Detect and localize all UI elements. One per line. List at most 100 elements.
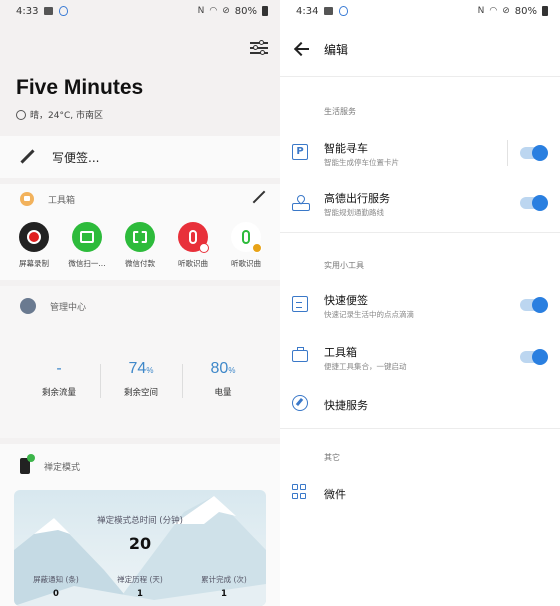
quick-note-card[interactable]: 写便签... [0,136,280,178]
edit-pencil-icon[interactable] [252,190,266,204]
wifi-icon: ◠ [489,6,498,16]
group-label-other: 其它 [324,453,340,462]
focus-stat-completed: 累计完成 (次) 1 [201,575,247,599]
separator [507,140,508,166]
battery-percent: 80% [234,5,257,17]
wifi-icon: ◠ [209,6,218,16]
management-header-label: 管理中心 [50,302,87,313]
record-icon [19,222,49,252]
divider [280,232,560,233]
page-title: 编辑 [324,42,349,57]
focus-total-value: 20 [128,534,152,553]
nfc-icon: N [477,6,485,16]
image-notification-icon [324,7,334,15]
stat-value: 80 [210,360,229,377]
item-subtitle: 快速记录生活中的点点滴滴 [324,310,414,319]
tool-wechat-scan[interactable]: 微信扫一... [61,222,113,269]
sun-icon [16,109,26,120]
stat-remaining-data: - 剩余流量 [18,360,100,398]
tool-music-recognition-2[interactable]: 听歌识曲 [220,222,272,269]
item-title: 高德出行服务 [324,192,390,205]
note-placeholder: 写便签... [52,150,100,165]
focus-header: 禅定模式 [20,454,81,474]
toolbox-header: 工具箱 [20,192,75,206]
nfc-icon: N [197,6,205,16]
focus-phone-icon [20,454,35,474]
page-title: Five Minutes [16,76,144,99]
top-app-bar: 编辑 [280,22,560,76]
focus-stat-days: 禅定历程 (天) 1 [117,575,163,599]
stat-caption: 剩余空间 [123,388,158,398]
no-sim-icon: ⊘ [502,6,510,16]
item-title: 工具箱 [324,346,357,359]
back-arrow-icon[interactable] [294,41,310,57]
tool-music-recognition[interactable]: 听歌识曲 [167,222,219,269]
item-subtitle: 便捷工具集合，一键启动 [324,362,407,371]
stat-caption: 电量 [214,388,232,398]
route-icon [292,194,310,211]
toggle-toolbox[interactable] [520,349,548,365]
management-center-card[interactable]: 管理中心 - 剩余流量 74% 剩余空间 80% 电量 [0,286,280,438]
pencil-icon [20,149,36,165]
widget-icon [292,484,308,500]
tool-label: 听歌识曲 [178,259,208,268]
shelf-settings-button[interactable] [250,40,268,56]
stat-caption: 剩余流量 [41,388,76,398]
toggle-quick-note[interactable] [520,297,548,313]
divider [280,76,560,77]
note-icon [292,296,308,312]
no-sim-icon: ⊘ [222,6,230,16]
toggle-amap-travel[interactable] [520,195,548,211]
focus-mode-panel: 禅定模式总时间 (分钟) 20 屏蔽通知 (条) 0 禅定历程 (天) 1 累计… [14,490,266,606]
item-title: 微件 [324,488,346,501]
toggle-smart-car-finder[interactable] [520,145,548,161]
right-screen: 4:34 N ◠ ⊘ 80% 编辑 生活服务 P 智能寻车 智能生成停车位置卡片… [280,0,560,606]
item-quick-note[interactable]: 快速便签 快速记录生活中的点点滴滴 [280,284,560,328]
item-quick-services[interactable]: 快捷服务 [280,383,560,427]
weather-info: 晴，24°C, 市南区 [16,108,103,121]
management-header: 管理中心 [20,298,86,314]
tool-screen-record[interactable]: 屏幕录制 [8,222,60,269]
toolbox-icon [292,347,308,362]
stat-value: 74 [128,360,147,377]
status-bar: 4:34 N ◠ ⊘ 80% [280,0,560,22]
tool-label: 屏幕录制 [19,259,49,268]
stat-battery: 80% 电量 [182,360,264,398]
tool-label: 听歌识曲 [231,259,261,268]
parking-icon: P [292,144,308,160]
music-icon [178,222,209,253]
battery-percent: 80% [514,5,537,17]
battery-icon [542,6,548,16]
item-subtitle: 智能生成停车位置卡片 [324,158,399,167]
item-amap-travel[interactable]: 高德出行服务 智能规划通勤路线 [280,182,560,226]
tool-label: 微信付款 [125,259,155,268]
item-toolbox[interactable]: 工具箱 便捷工具集合，一键启动 [280,336,560,380]
qq-notification-icon [339,6,349,16]
item-subtitle: 智能规划通勤路线 [324,208,384,217]
status-time: 4:34 [296,5,319,17]
item-widgets[interactable]: 微件 [280,472,560,516]
item-smart-car-finder[interactable]: P 智能寻车 智能生成停车位置卡片 [280,132,560,176]
tool-wechat-pay[interactable]: 微信付款 [114,222,166,269]
focus-total-caption: 禅定模式总时间 (分钟) [97,516,183,526]
focus-header-label: 禅定模式 [44,462,81,473]
focus-mode-card[interactable]: 禅定模式 禅定模式总时间 (分钟) 20 屏蔽通知 (条) 0 禅定历程 (天)… [0,444,280,606]
battery-icon [262,6,268,16]
left-screen: 4:33 N ◠ ⊘ 80% Five Minutes 晴，24°C, 市南区 … [0,0,280,606]
music-recognize-icon [231,222,262,253]
stat-remaining-storage: 74% 剩余空间 [100,360,182,398]
divider [280,428,560,429]
qq-notification-icon [59,6,69,16]
status-time: 4:33 [16,5,39,17]
toolbox-icon [20,192,34,206]
focus-stat-blocked: 屏蔽通知 (条) 0 [33,575,79,599]
gear-icon [20,298,36,314]
toolbox-header-label: 工具箱 [48,195,76,206]
image-notification-icon [44,7,54,15]
pay-icon [125,222,155,252]
compass-icon [292,395,308,411]
item-title: 智能寻车 [324,142,368,155]
weather-text: 晴，24°C, 市南区 [30,111,103,121]
toolbox-card: 工具箱 屏幕录制 微信扫一... 微信付款 听歌识曲 听歌识曲 [0,184,280,280]
stat-value: - [56,360,62,377]
